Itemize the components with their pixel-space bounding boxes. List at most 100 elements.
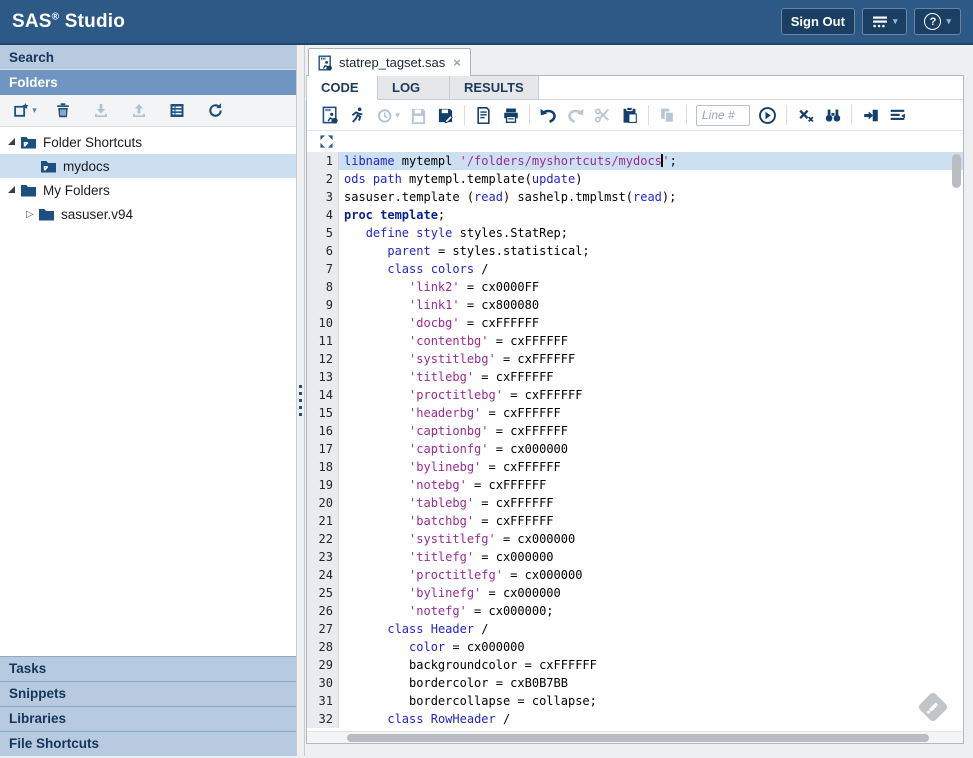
code-line[interactable]: 21 'batchbg' = cxFFFFFF [307, 512, 963, 530]
menu-icon [872, 14, 888, 29]
line-number: 13 [307, 368, 339, 386]
tree-item-my-folders[interactable]: My Folders [0, 178, 296, 202]
line-number-input[interactable] [696, 105, 750, 126]
code-line[interactable]: 18 'bylinebg' = cxFFFFFF [307, 458, 963, 476]
copy-button[interactable] [654, 102, 681, 128]
collapsed-triangle-icon[interactable]: ▷ [26, 209, 38, 220]
tab-results[interactable]: RESULTS [450, 76, 539, 100]
print-button[interactable] [497, 102, 524, 128]
code-line[interactable]: 4proc template; [307, 206, 963, 224]
print-preview-button[interactable] [470, 102, 497, 128]
help-icon: ? [924, 13, 941, 30]
code-line[interactable]: 13 'titlebg' = cxFFFFFF [307, 368, 963, 386]
code-line[interactable]: 5 define style styles.StatRep; [307, 224, 963, 242]
redo-button[interactable] [562, 102, 589, 128]
code-line[interactable]: 8 'link2' = cx0000FF [307, 278, 963, 296]
line-number: 29 [307, 656, 339, 674]
sidebar-item-file-shortcuts[interactable]: File Shortcuts [0, 731, 296, 756]
code-line[interactable]: 20 'tablebg' = cxFFFFFF [307, 494, 963, 512]
code-line[interactable]: 26 'notefg' = cx000000; [307, 602, 963, 620]
help-button[interactable]: ? ▾ [914, 8, 961, 35]
code-line[interactable]: 23 'titlefg' = cx000000 [307, 548, 963, 566]
code-line[interactable]: 2ods path mytempl.template(update) [307, 170, 963, 188]
application-options-button[interactable]: ▾ [862, 8, 908, 35]
sidebar-item-snippets[interactable]: Snippets [0, 681, 296, 706]
program-panel: CODE LOG RESULTS ▾ [306, 75, 964, 744]
tree-item-folder-shortcuts[interactable]: Folder Shortcuts [0, 130, 296, 154]
horizontal-scrollbar-thumb[interactable] [347, 734, 929, 742]
folders-section-header[interactable]: Folders [0, 70, 296, 95]
code-line[interactable]: 27 class Header / [307, 620, 963, 638]
code-line[interactable]: 17 'captionfg' = cx000000 [307, 440, 963, 458]
refresh-icon [207, 102, 224, 119]
search-section-header[interactable]: Search [0, 45, 296, 70]
line-number: 11 [307, 332, 339, 350]
submission-history-button[interactable]: ▾ [371, 102, 405, 128]
tab-code[interactable]: CODE [306, 76, 378, 100]
sidebar-accordion: Tasks Snippets Libraries File Shortcuts [0, 656, 296, 756]
expanded-triangle-icon[interactable] [8, 186, 15, 193]
horizontal-scrollbar-track[interactable] [307, 731, 963, 743]
program-button[interactable] [317, 102, 344, 128]
download-icon [93, 102, 109, 119]
tree-item-mydocs[interactable]: mydocs [0, 154, 296, 178]
expanded-triangle-icon[interactable] [8, 138, 15, 145]
code-line[interactable]: 19 'notebg' = cxFFFFFF [307, 476, 963, 494]
sidebar-item-tasks[interactable]: Tasks [0, 656, 296, 681]
code-line[interactable]: 28 color = cx000000 [307, 638, 963, 656]
line-number: 32 [307, 710, 339, 728]
code-line[interactable]: 3sasuser.template (read) sashelp.tmplmst… [307, 188, 963, 206]
view-tabs: CODE LOG RESULTS [307, 76, 963, 100]
new-item-icon [13, 102, 30, 119]
code-line[interactable]: 6 parent = styles.statistical; [307, 242, 963, 260]
line-number: 22 [307, 530, 339, 548]
sidebar-item-libraries[interactable]: Libraries [0, 706, 296, 731]
edit-watermark-icon [915, 689, 951, 725]
save-as-button[interactable] [432, 102, 459, 128]
indent-button[interactable] [857, 102, 884, 128]
save-button[interactable] [405, 102, 432, 128]
close-icon[interactable]: × [453, 55, 461, 70]
maximize-view-button[interactable] [319, 134, 334, 149]
line-number: 5 [307, 224, 339, 242]
code-line[interactable]: 31 bordercollapse = collapse; [307, 692, 963, 710]
code-lines: 1libname mytempl '/folders/myshortcuts/m… [307, 152, 963, 728]
code-line[interactable]: 11 'contentbg' = cxFFFFFF [307, 332, 963, 350]
undo-button[interactable] [535, 102, 562, 128]
code-line[interactable]: 24 'proctitlefg' = cx000000 [307, 566, 963, 584]
properties-button[interactable] [164, 98, 190, 124]
code-line[interactable]: 9 'link1' = cx800080 [307, 296, 963, 314]
clear-code-button[interactable] [792, 102, 819, 128]
document-tab[interactable]: statrep_tagset.sas × [308, 48, 471, 76]
code-line[interactable]: 32 class RowHeader / [307, 710, 963, 728]
new-item-button[interactable]: ▾ [12, 98, 38, 124]
run-button[interactable] [344, 102, 371, 128]
sign-out-button[interactable]: Sign Out [781, 8, 855, 35]
code-line[interactable]: 10 'docbg' = cxFFFFFF [307, 314, 963, 332]
paste-button[interactable] [616, 102, 643, 128]
code-line[interactable]: 14 'proctitlebg' = cxFFFFFF [307, 386, 963, 404]
code-line[interactable]: 1libname mytempl '/folders/myshortcuts/m… [307, 152, 963, 170]
code-line[interactable]: 25 'bylinefg' = cx000000 [307, 584, 963, 602]
line-number: 17 [307, 440, 339, 458]
code-line[interactable]: 15 'headerbg' = cxFFFFFF [307, 404, 963, 422]
go-to-line-button[interactable] [754, 102, 781, 128]
code-editor[interactable]: 1libname mytempl '/folders/myshortcuts/m… [307, 152, 963, 731]
code-line[interactable]: 30 bordercolor = cxB0B7BB [307, 674, 963, 692]
cut-button[interactable] [589, 102, 616, 128]
code-line[interactable]: 16 'captionbg' = cxFFFFFF [307, 422, 963, 440]
delete-button[interactable] [50, 98, 76, 124]
find-replace-button[interactable] [819, 102, 846, 128]
code-line[interactable]: 22 'systitlefg' = cx000000 [307, 530, 963, 548]
tree-item-sasuser-v94[interactable]: ▷ sasuser.v94 [0, 202, 296, 226]
format-code-button[interactable] [884, 102, 911, 128]
upload-button[interactable] [126, 98, 152, 124]
code-line[interactable]: 7 class colors / [307, 260, 963, 278]
vertical-scrollbar[interactable] [952, 154, 961, 188]
download-button[interactable] [88, 98, 114, 124]
tab-log[interactable]: LOG [378, 76, 450, 100]
pane-splitter[interactable] [296, 45, 305, 756]
code-line[interactable]: 12 'systitlebg' = cxFFFFFF [307, 350, 963, 368]
code-line[interactable]: 29 backgroundcolor = cxFFFFFF [307, 656, 963, 674]
refresh-button[interactable] [202, 98, 228, 124]
